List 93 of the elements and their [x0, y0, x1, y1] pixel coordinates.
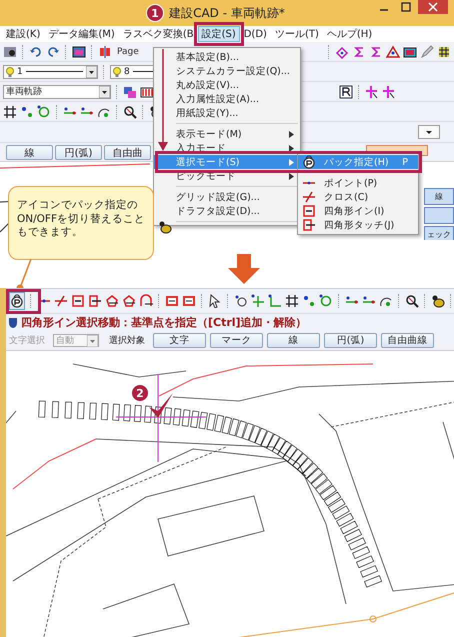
- undo-icon[interactable]: [29, 44, 43, 58]
- stack-icon[interactable]: [123, 84, 137, 98]
- menu-item[interactable]: データ編集(M): [44, 26, 119, 42]
- menu-item[interactable]: D(D): [240, 28, 271, 40]
- pack-icon: [302, 155, 316, 169]
- menu-entry[interactable]: 用紙設定(Y)...: [154, 106, 300, 120]
- dropdown-caret-icon[interactable]: [418, 125, 440, 139]
- bulb-icon: [113, 66, 121, 76]
- option-button[interactable]: 線: [6, 144, 53, 160]
- down-arrow-icon: [228, 254, 260, 284]
- target-button[interactable]: 線: [267, 333, 320, 348]
- checker-icon[interactable]: [437, 44, 451, 58]
- option-label: 選択対象: [109, 334, 145, 347]
- menu-item[interactable]: 建設(K): [2, 26, 44, 42]
- photo-frame-icon[interactable]: [403, 44, 417, 58]
- menu-entry[interactable]: 丸め設定(V)...: [154, 78, 300, 92]
- grid-icon[interactable]: [3, 104, 17, 118]
- menu-item[interactable]: 設定(S): [198, 26, 240, 42]
- window-title: 建設CAD - 車両軌跡*: [169, 4, 285, 22]
- side-button[interactable]: [424, 207, 454, 224]
- mirror-icon[interactable]: [98, 44, 112, 58]
- circle-node-icon[interactable]: [319, 294, 333, 308]
- plus-cursor-icon[interactable]: [365, 84, 379, 98]
- menu-entry[interactable]: ポイント(P): [298, 176, 418, 190]
- grid-icon[interactable]: [285, 294, 299, 308]
- combo-value: 8: [124, 66, 130, 76]
- shield-icon: [8, 316, 18, 328]
- target-button[interactable]: 文字: [153, 333, 206, 348]
- magnifier-icon[interactable]: [405, 294, 419, 308]
- highlight-frame: [194, 22, 244, 46]
- plus-node-icon[interactable]: [251, 294, 265, 308]
- redo-icon[interactable]: [46, 44, 60, 58]
- combo-value: 自動: [56, 334, 74, 347]
- r-box-icon[interactable]: [339, 84, 353, 98]
- close-icon[interactable]: [418, 0, 448, 14]
- pack-icon: [10, 294, 24, 308]
- arch-icon[interactable]: [139, 294, 153, 308]
- corner-icon[interactable]: [268, 294, 282, 308]
- frame-icon[interactable]: [182, 294, 196, 308]
- menu-entry[interactable]: クロス(C): [298, 190, 418, 204]
- combo-value: 車両軌跡: [6, 86, 42, 98]
- rectangle-touch-icon: [302, 218, 316, 232]
- side-button[interactable]: ェック: [424, 226, 454, 240]
- menu-item[interactable]: ヘルプ(H): [322, 26, 376, 42]
- rect-touch-icon[interactable]: [88, 294, 102, 308]
- bulb-icon: [6, 66, 14, 76]
- plus-cursor-icon[interactable]: [382, 84, 396, 98]
- status-message: 四角形イン選択移動：基準点を指定（[Ctrl]追加・解除）: [21, 315, 307, 330]
- sum-icon[interactable]: [352, 44, 366, 58]
- frame-icon[interactable]: [165, 294, 179, 308]
- page-label[interactable]: Page: [117, 46, 139, 56]
- cross-icon: [302, 190, 316, 204]
- node-dots-icon[interactable]: [20, 104, 34, 118]
- option-button[interactable]: 円(弧): [55, 144, 102, 160]
- circle-dot-icon[interactable]: [234, 294, 248, 308]
- menu-entry[interactable]: 表示モード(M): [154, 127, 300, 141]
- target-button[interactable]: 自由曲線: [381, 333, 434, 348]
- node-dots-icon[interactable]: [302, 294, 316, 308]
- dropdown-caret-icon[interactable]: [86, 66, 97, 78]
- line-type-dropdown[interactable]: 1: [3, 64, 98, 78]
- pentagon-icon[interactable]: [105, 294, 119, 308]
- magnifier-icon[interactable]: [123, 104, 137, 118]
- menu-item[interactable]: ツール(T): [270, 26, 323, 42]
- highlight-frame: [6, 289, 41, 314]
- layer-dropdown[interactable]: 車両軌跡: [3, 84, 111, 98]
- dropdown-caret-icon[interactable]: [99, 86, 110, 98]
- arrow-icon: [158, 49, 168, 151]
- sum-icon[interactable]: [369, 44, 383, 58]
- menu-entry[interactable]: 入力属性設定(A)...: [154, 92, 300, 106]
- menu-entry[interactable]: 四角形タッチ(J): [298, 218, 418, 232]
- menu-entry[interactable]: 基本設定(B)...: [154, 50, 300, 64]
- menu-entry[interactable]: ドラフタ設定(D)...: [154, 204, 300, 218]
- option-button[interactable]: 自由曲: [104, 144, 151, 160]
- callout-text: アイコンでパック指定のON/OFFを切り替えることもできます。: [17, 199, 145, 240]
- window-icon[interactable]: [72, 44, 86, 58]
- cross-icon[interactable]: [54, 294, 68, 308]
- pentagon-icon[interactable]: [122, 294, 136, 308]
- pointer-icon[interactable]: [208, 294, 222, 308]
- menu-item[interactable]: ラスベク変換(B: [118, 26, 198, 42]
- menu-entry[interactable]: 四角形イン(I): [298, 204, 418, 218]
- target-button[interactable]: 円(弧): [324, 333, 377, 348]
- side-button[interactable]: 線: [424, 188, 454, 205]
- rect-in-icon[interactable]: [71, 294, 85, 308]
- option-label: 文字選択: [9, 334, 45, 347]
- combo-value: 1: [17, 66, 23, 76]
- triangle-icon[interactable]: [386, 44, 400, 58]
- picture-icon[interactable]: [3, 44, 17, 58]
- menu-entry[interactable]: グリッド設定(G)...: [154, 190, 300, 204]
- rectangle-in-icon: [302, 204, 316, 218]
- pack-toggle-button[interactable]: [9, 292, 25, 310]
- circle-node-icon[interactable]: [37, 104, 51, 118]
- target-button[interactable]: マーク: [210, 333, 263, 348]
- color-swatch-icon[interactable]: [140, 84, 154, 98]
